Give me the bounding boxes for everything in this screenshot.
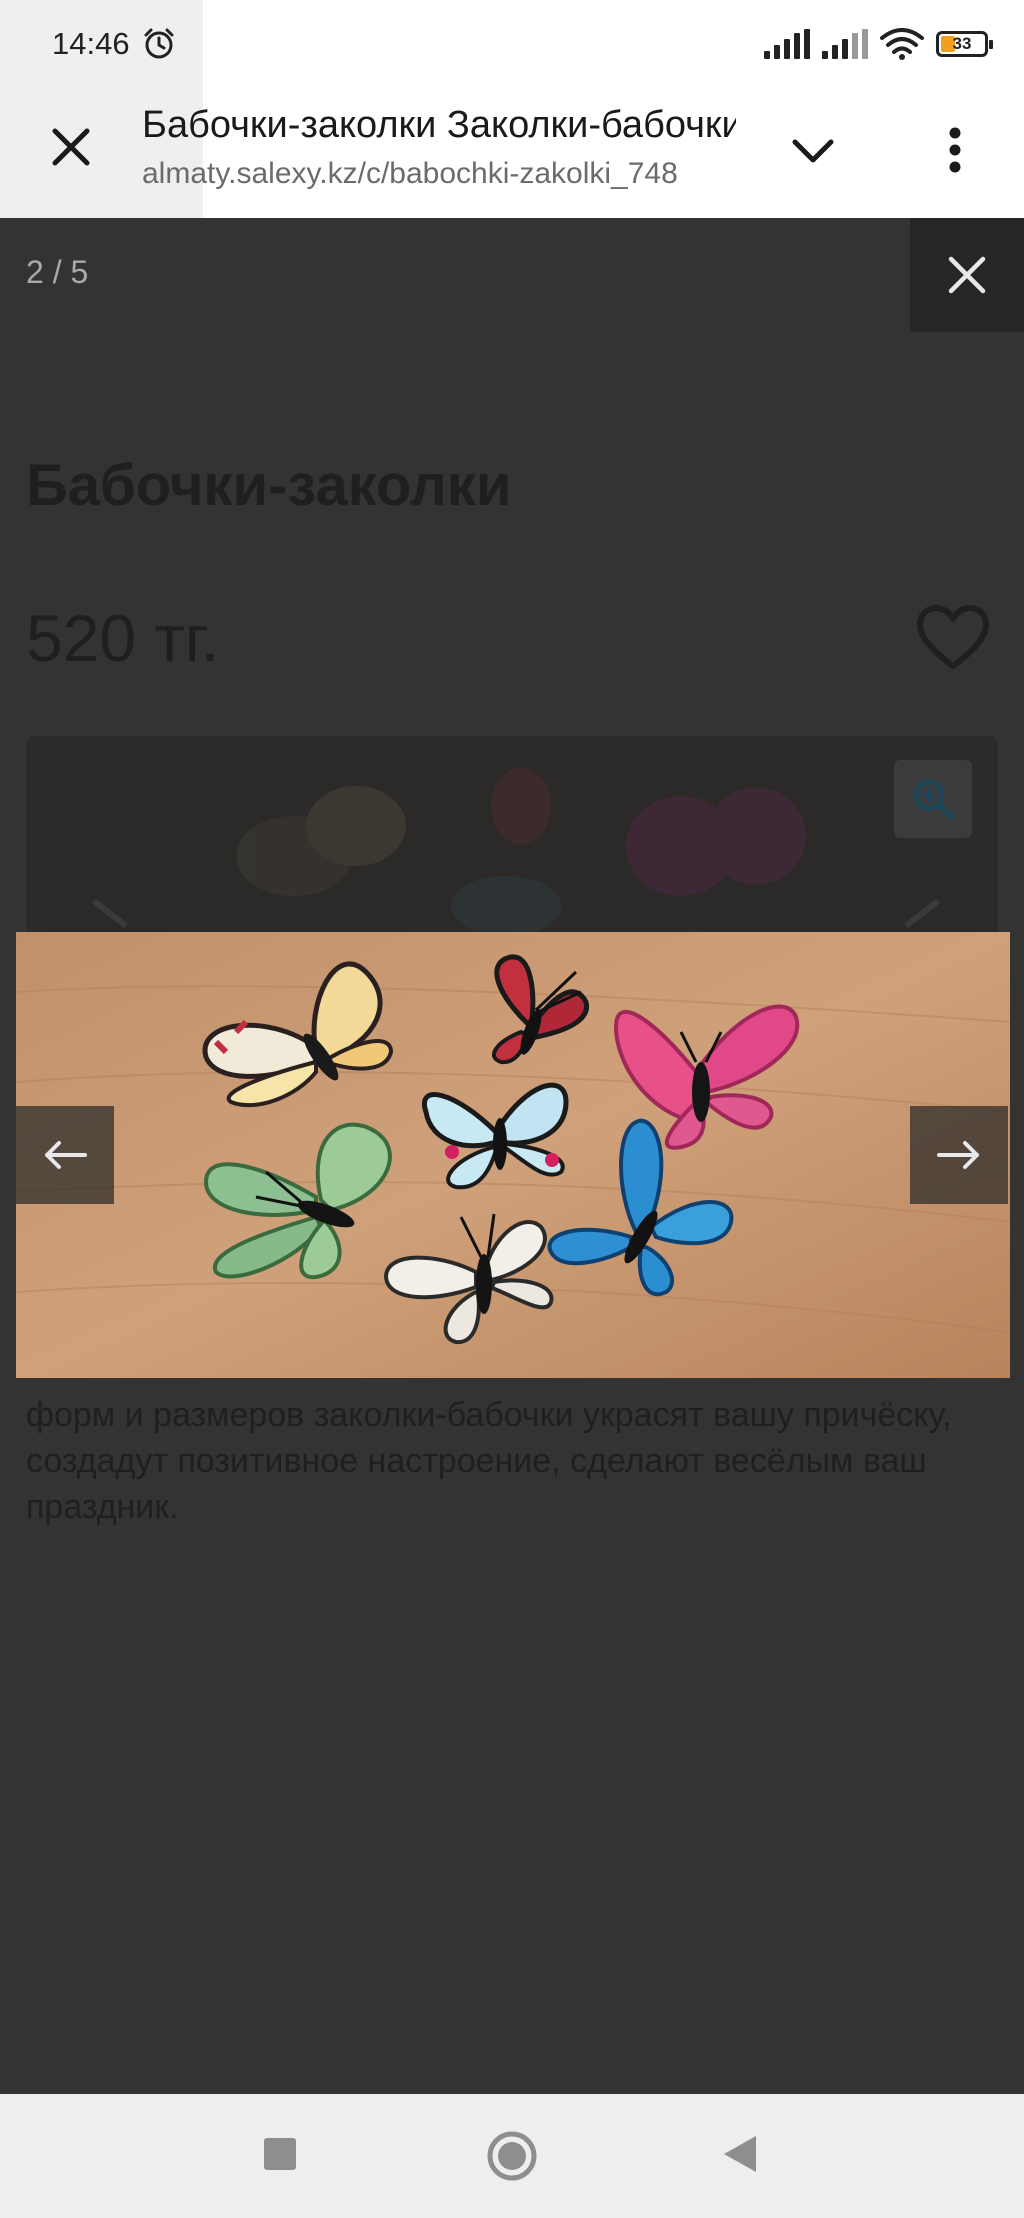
image-counter: 2 / 5 [26, 254, 89, 290]
previous-image-button[interactable] [16, 1106, 114, 1204]
close-icon [948, 256, 986, 294]
page-title: Бабочки-заколки Заколки-бабочки [142, 104, 736, 146]
status-bar: 14:46 33 [0, 0, 1024, 218]
chevron-down-icon [792, 139, 834, 163]
signal-icon [822, 29, 868, 59]
thumbnail-image [26, 736, 998, 936]
expand-button[interactable] [786, 124, 840, 178]
more-vertical-icon [949, 127, 961, 173]
gallery-thumbnail [26, 736, 998, 936]
battery-tip [989, 40, 993, 49]
back-button[interactable] [722, 2134, 758, 2174]
favorite-icon[interactable] [916, 604, 990, 672]
battery-icon: 33 [936, 31, 993, 57]
product-description: форм и размеров заколки-бабочки украсят … [26, 1396, 952, 1526]
recent-apps-button[interactable] [264, 2138, 296, 2170]
lightbox-image [16, 932, 1010, 1378]
status-time: 14:46 [52, 26, 130, 61]
page-url[interactable]: almaty.salexy.kz/c/babochki-zakolki_748 [142, 152, 736, 196]
arrow-left-icon [45, 1141, 87, 1169]
product-price: 520 тг. [26, 601, 220, 675]
product-title: Бабочки-заколки [26, 453, 512, 518]
status-icons: 33 [764, 26, 993, 62]
wifi-icon [880, 28, 924, 60]
arrow-right-icon [937, 1141, 979, 1169]
system-navigation-bar [0, 2094, 1024, 2218]
lightbox-close-button[interactable] [910, 218, 1024, 332]
butterflies-photo [16, 932, 1010, 1378]
close-tab-button[interactable] [44, 120, 98, 174]
home-button[interactable] [486, 2130, 538, 2182]
signal-icon [764, 29, 810, 59]
zoom-in-icon [913, 779, 954, 820]
browser-toolbar: Бабочки-заколки Заколки-бабочки almaty.s… [0, 90, 1024, 219]
alarm-icon [144, 28, 174, 59]
more-menu-button[interactable] [928, 118, 982, 182]
battery-percent: 33 [952, 34, 972, 53]
next-image-button[interactable] [910, 1106, 1008, 1204]
zoom-button[interactable] [894, 760, 972, 838]
close-icon [52, 128, 90, 166]
